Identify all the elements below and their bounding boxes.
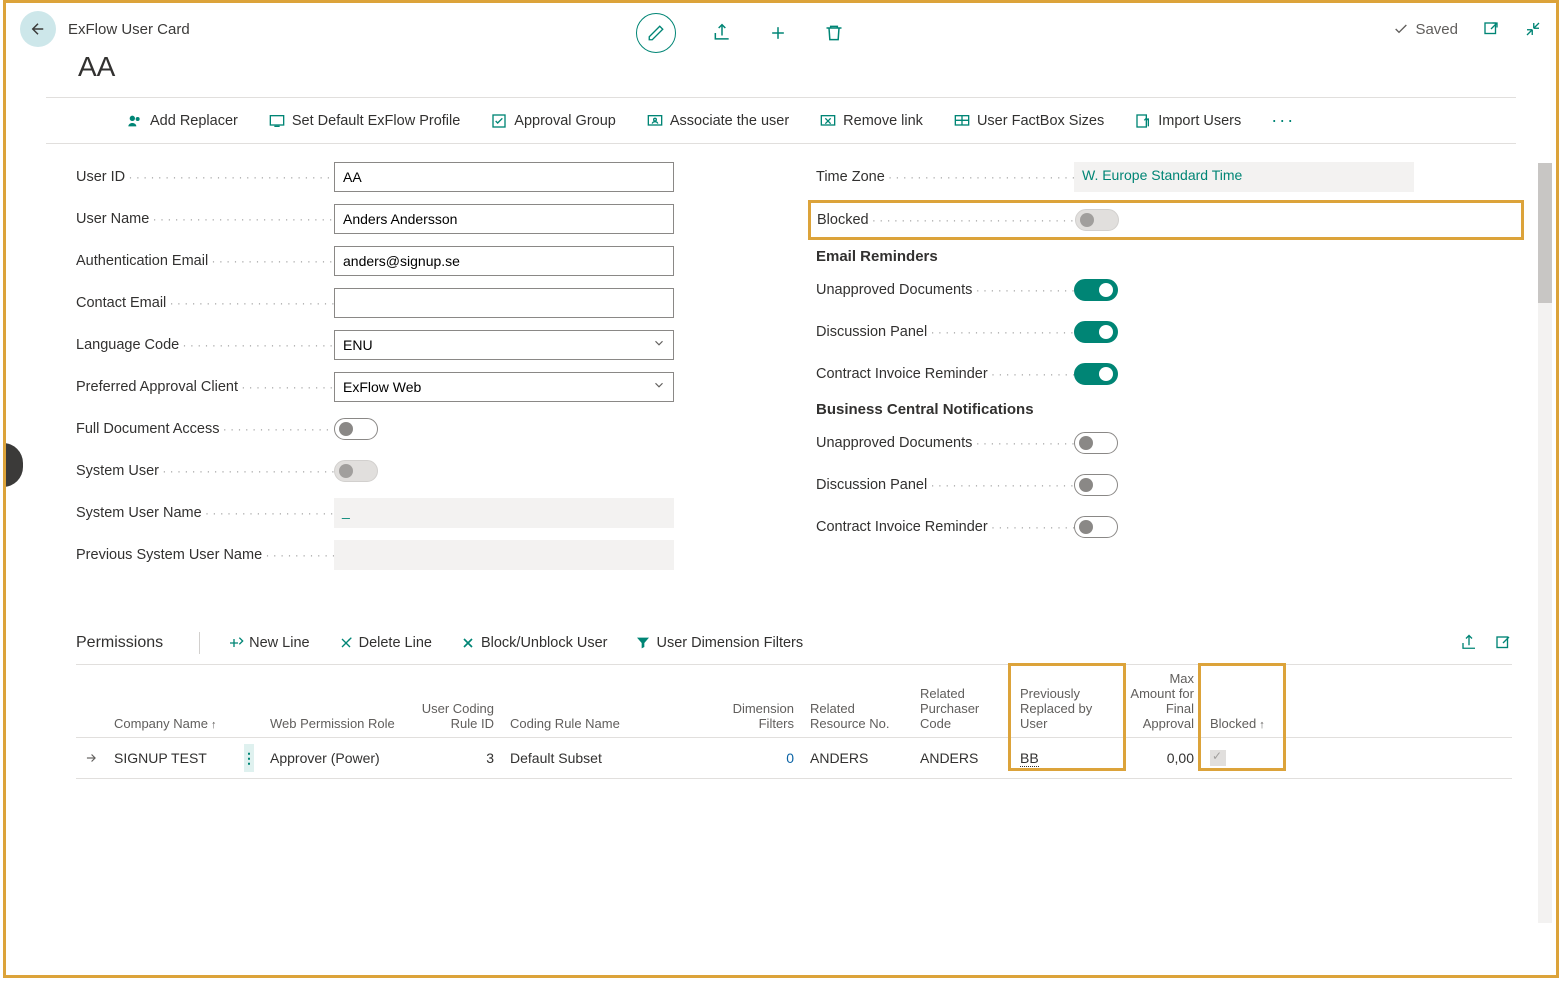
- new-button[interactable]: [768, 23, 788, 43]
- label-pref-client: Preferred Approval Client: [76, 379, 334, 395]
- perm-new-line[interactable]: New Line: [228, 635, 309, 651]
- col-relpur[interactable]: Related Purchaser Code: [912, 665, 1012, 737]
- label-prev-system-user-name: Previous System User Name: [76, 547, 334, 563]
- col-company[interactable]: Company Name↑: [106, 665, 236, 737]
- perm-popout-icon[interactable]: [1494, 634, 1512, 652]
- label-bc-discussion: Discussion Panel: [816, 477, 1074, 493]
- col-role[interactable]: Web Permission Role: [262, 665, 412, 737]
- field-prev-system-user-name: [334, 540, 674, 570]
- input-user-id[interactable]: [334, 162, 674, 192]
- label-full-doc-access: Full Document Access: [76, 421, 334, 437]
- perm-delete-line[interactable]: Delete Line: [338, 635, 432, 651]
- toggle-er-discussion[interactable]: [1074, 321, 1118, 343]
- cell-maxamt[interactable]: 0,00: [1122, 738, 1202, 778]
- saved-status: Saved: [1393, 21, 1458, 38]
- toggle-system-user: [334, 460, 378, 482]
- label-er-unapproved: Unapproved Documents: [816, 282, 1074, 298]
- permissions-title: Permissions: [76, 634, 163, 652]
- label-bc-contract: Contract Invoice Reminder: [816, 519, 1074, 535]
- cell-relres[interactable]: ANDERS: [802, 738, 912, 778]
- field-system-user-name: _: [334, 498, 674, 528]
- input-user-name[interactable]: [334, 204, 674, 234]
- share-button[interactable]: [712, 23, 732, 43]
- label-er-contract: Contract Invoice Reminder: [816, 366, 1074, 382]
- back-button[interactable]: [20, 11, 56, 47]
- delete-button[interactable]: [824, 23, 844, 43]
- table-row-empty[interactable]: [76, 779, 1512, 813]
- action-add-replacer[interactable]: Add Replacer: [126, 113, 238, 129]
- label-bc-unapproved: Unapproved Documents: [816, 435, 1074, 451]
- row-menu-button[interactable]: ⋮: [236, 738, 262, 778]
- action-remove-link[interactable]: Remove link: [819, 113, 923, 129]
- toggle-er-unapproved[interactable]: [1074, 279, 1118, 301]
- cell-role[interactable]: Approver (Power): [262, 738, 412, 778]
- more-actions-button[interactable]: ···: [1271, 110, 1295, 131]
- label-system-user: System User: [76, 463, 334, 479]
- cell-prevrep[interactable]: BB: [1012, 738, 1122, 778]
- col-dimf[interactable]: Dimension Filters: [702, 665, 802, 737]
- action-user-factbox-sizes[interactable]: User FactBox Sizes: [953, 113, 1104, 129]
- perm-user-dim-filters[interactable]: User Dimension Filters: [635, 635, 803, 651]
- chevron-down-icon: [652, 378, 666, 392]
- popout-button[interactable]: [1482, 20, 1500, 38]
- input-language-code[interactable]: [334, 330, 674, 360]
- toggle-full-doc-access[interactable]: [334, 418, 378, 440]
- heading-bc-notifications: Business Central Notifications: [816, 401, 1516, 418]
- col-prevrep[interactable]: Previously Replaced by User: [1012, 665, 1122, 737]
- cell-dimf[interactable]: 0: [702, 738, 802, 778]
- perm-share-icon[interactable]: [1460, 634, 1478, 652]
- col-relres[interactable]: Related Resource No.: [802, 665, 912, 737]
- action-approval-group[interactable]: Approval Group: [490, 113, 616, 129]
- input-auth-email[interactable]: [334, 246, 674, 276]
- toggle-er-contract[interactable]: [1074, 363, 1118, 385]
- col-rulename[interactable]: Coding Rule Name: [502, 665, 702, 737]
- perm-block-unblock[interactable]: Block/Unblock User: [460, 635, 608, 651]
- label-system-user-name: System User Name: [76, 505, 334, 521]
- field-time-zone[interactable]: W. Europe Standard Time: [1074, 162, 1414, 192]
- table-row[interactable]: SIGNUP TEST ⋮ Approver (Power) 3 Default…: [76, 738, 1512, 779]
- label-auth-email: Authentication Email: [76, 253, 334, 269]
- label-user-name: User Name: [76, 211, 334, 227]
- cell-relpur[interactable]: ANDERS: [912, 738, 1012, 778]
- collapse-button[interactable]: [1524, 20, 1542, 38]
- col-ruleid[interactable]: User Coding Rule ID: [412, 665, 502, 737]
- label-user-id: User ID: [76, 169, 334, 185]
- toggle-bc-unapproved[interactable]: [1074, 432, 1118, 454]
- toggle-bc-discussion[interactable]: [1074, 474, 1118, 496]
- label-language-code: Language Code: [76, 337, 334, 353]
- toggle-bc-contract[interactable]: [1074, 516, 1118, 538]
- highlight-blocked: Blocked: [808, 200, 1524, 240]
- col-blocked[interactable]: Blocked↑: [1202, 665, 1282, 737]
- action-set-default-profile[interactable]: Set Default ExFlow Profile: [268, 113, 460, 129]
- label-er-discussion: Discussion Panel: [816, 324, 1074, 340]
- page-title: AA: [6, 47, 1556, 97]
- action-import-users[interactable]: Import Users: [1134, 113, 1241, 129]
- col-maxamt[interactable]: Max Amount for Final Approval: [1122, 665, 1202, 737]
- edit-button[interactable]: [636, 13, 676, 53]
- label-time-zone: Time Zone: [816, 169, 1074, 185]
- input-pref-client[interactable]: [334, 372, 674, 402]
- chevron-down-icon: [652, 336, 666, 350]
- cell-ruleid[interactable]: 3: [412, 738, 502, 778]
- input-contact-email[interactable]: [334, 288, 674, 318]
- label-blocked: Blocked: [817, 212, 1075, 228]
- scrollbar[interactable]: [1538, 163, 1552, 923]
- cell-rulename[interactable]: Default Subset: [502, 738, 702, 778]
- cell-company[interactable]: SIGNUP TEST: [106, 738, 236, 778]
- cell-blocked[interactable]: [1202, 738, 1282, 778]
- heading-email-reminders: Email Reminders: [816, 248, 1516, 265]
- checkbox-blocked-icon: [1210, 750, 1226, 766]
- label-contact-email: Contact Email: [76, 295, 334, 311]
- action-associate-user[interactable]: Associate the user: [646, 113, 789, 129]
- toggle-blocked[interactable]: [1075, 209, 1119, 231]
- row-select-icon[interactable]: [76, 738, 106, 778]
- breadcrumb: ExFlow User Card: [68, 21, 190, 38]
